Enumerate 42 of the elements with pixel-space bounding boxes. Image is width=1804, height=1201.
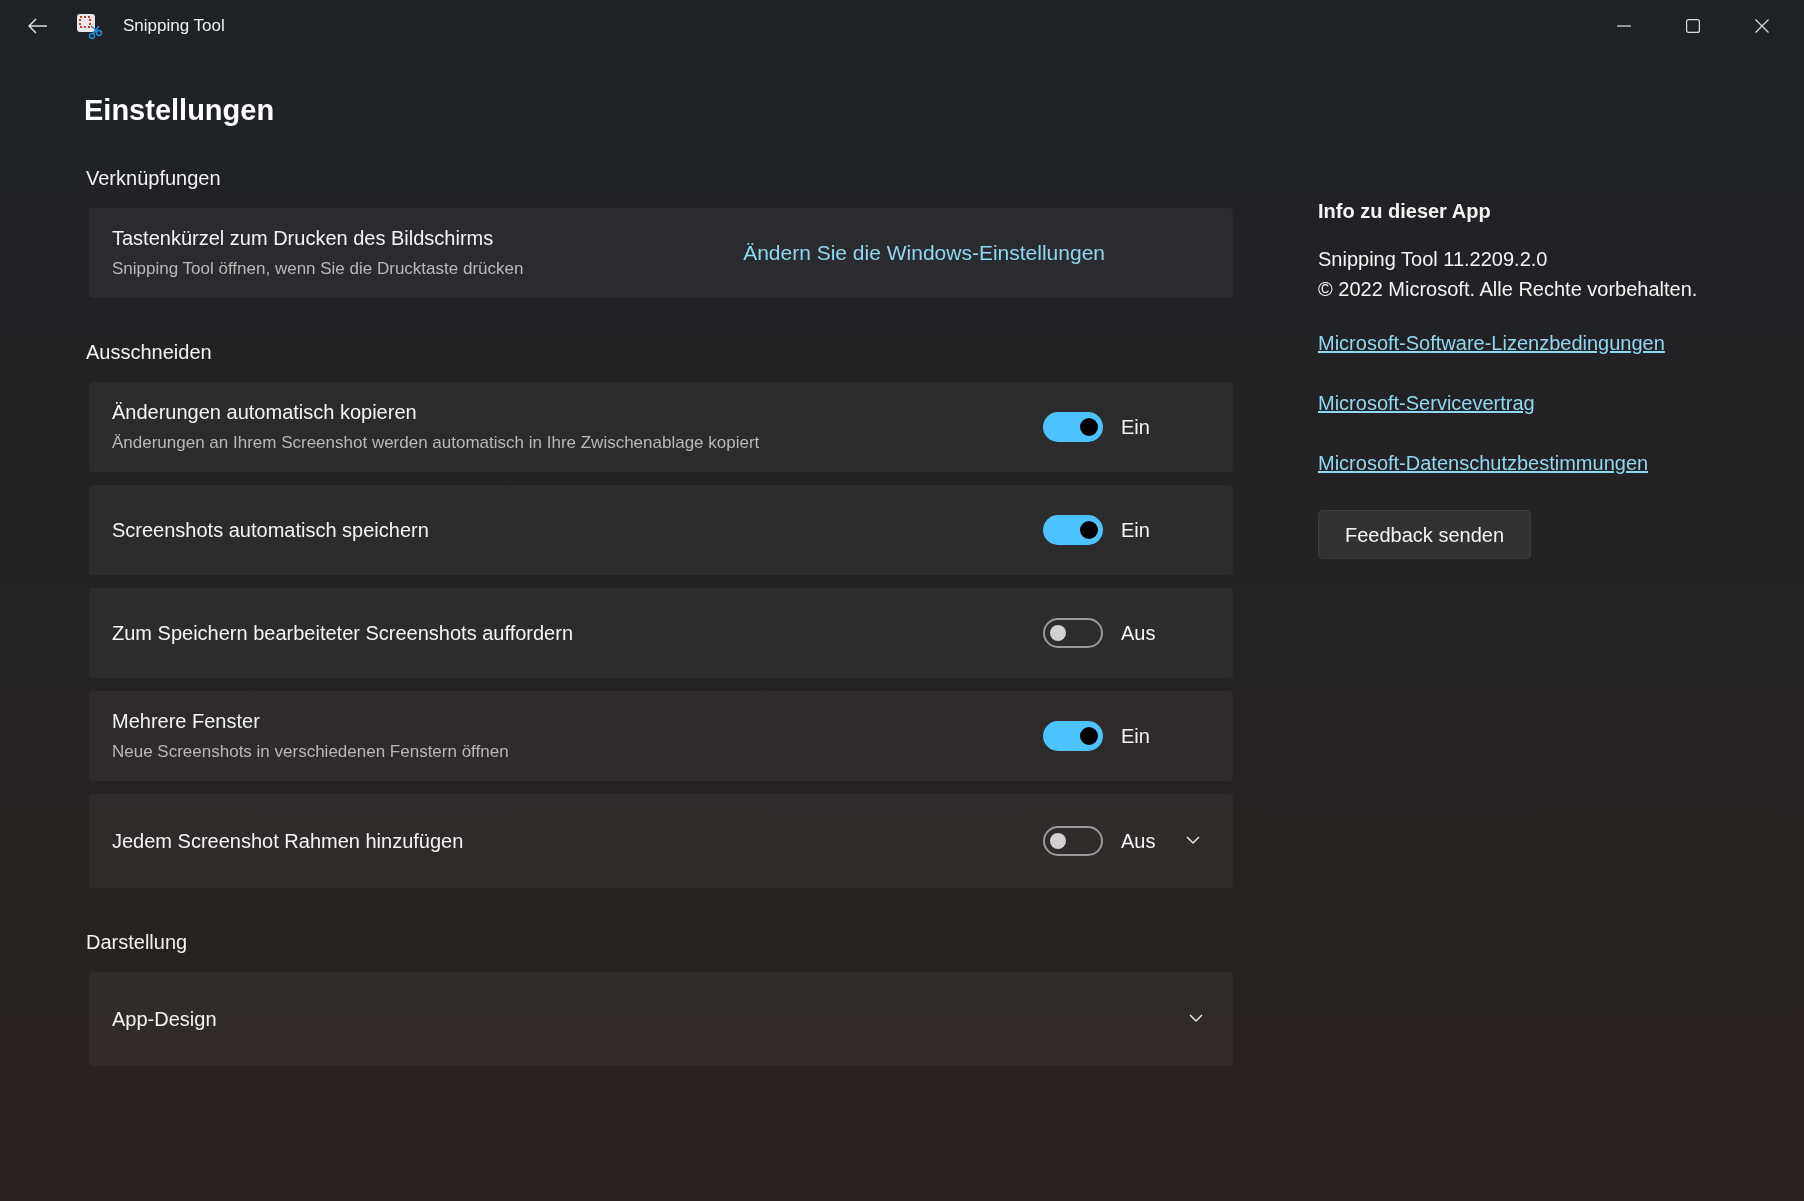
setting-description: Snipping Tool öffnen, wenn Sie die Drucktaste drücken xyxy=(112,258,525,281)
section-heading: Verknüpfungen xyxy=(86,165,222,191)
setting-title: Mehrere Fenster xyxy=(112,709,261,735)
setting-title: Tastenkürzel zum Drucken des Bildschirms xyxy=(112,226,495,252)
setting-title: App-Design xyxy=(112,1006,218,1032)
settings-link[interactable]: Ändern Sie die Windows-Einstellungen xyxy=(743,236,1105,269)
app-logo-icon xyxy=(75,12,103,40)
setting-title: Änderungen automatisch kopieren xyxy=(112,400,418,426)
window-title: Snipping Tool xyxy=(123,15,225,38)
toggle-state-label: Ein xyxy=(1121,414,1151,440)
setting-description: Änderungen an Ihrem Screenshot werden automatisch in Ihre Zwischenablage kopiert xyxy=(112,432,761,455)
feedback-button[interactable]: Feedback senden xyxy=(1318,510,1531,559)
toggle-switch[interactable] xyxy=(1043,411,1103,442)
settings-card[interactable]: App-Design xyxy=(88,970,1234,1067)
section-heading: Darstellung xyxy=(86,929,189,955)
maximize-icon xyxy=(1685,19,1700,33)
setting-title: Zum Speichern bearbeiteter Screenshots auffordern xyxy=(112,620,574,646)
legal-link[interactable]: Microsoft-Servicevertrag xyxy=(1318,388,1535,418)
copyright-text: © 2022 Microsoft. Alle Rechte vorbehalten. xyxy=(1318,277,1698,302)
toggle-switch[interactable] xyxy=(1043,514,1103,545)
toggle-switch[interactable] xyxy=(1043,617,1103,648)
toggle-state-label: Aus xyxy=(1121,620,1157,646)
close-icon xyxy=(1754,19,1769,33)
toggle-state-label: Aus xyxy=(1121,828,1157,854)
chevron-down-icon[interactable] xyxy=(1186,836,1200,845)
legal-link[interactable]: Microsoft-Software-Lizenzbedingungen xyxy=(1318,328,1665,358)
toggle-state-label: Ein xyxy=(1121,517,1151,543)
toggle-switch[interactable] xyxy=(1043,720,1103,751)
setting-title: Screenshots automatisch speichern xyxy=(112,517,430,543)
chevron-down-icon[interactable] xyxy=(1189,1014,1203,1023)
version-text: Snipping Tool 11.2209.2.0 xyxy=(1318,247,1548,272)
section-heading: Ausschneiden xyxy=(86,339,213,365)
page-title: Einstellungen xyxy=(84,93,276,128)
minimize-icon xyxy=(1615,25,1632,27)
setting-title: Jedem Screenshot Rahmen hinzufügen xyxy=(112,828,465,854)
back-arrow-icon xyxy=(28,18,48,34)
settings-card[interactable]: Jedem Screenshot Rahmen hinzufügen Aus xyxy=(88,792,1234,889)
setting-description: Neue Screenshots in verschiedenen Fenstern öffnen xyxy=(112,741,510,764)
legal-link[interactable]: Microsoft-Datenschutzbestimmungen xyxy=(1318,448,1649,478)
toggle-switch[interactable] xyxy=(1043,825,1103,856)
about-heading: Info zu dieser App xyxy=(1318,199,1491,224)
toggle-state-label: Ein xyxy=(1121,723,1151,749)
